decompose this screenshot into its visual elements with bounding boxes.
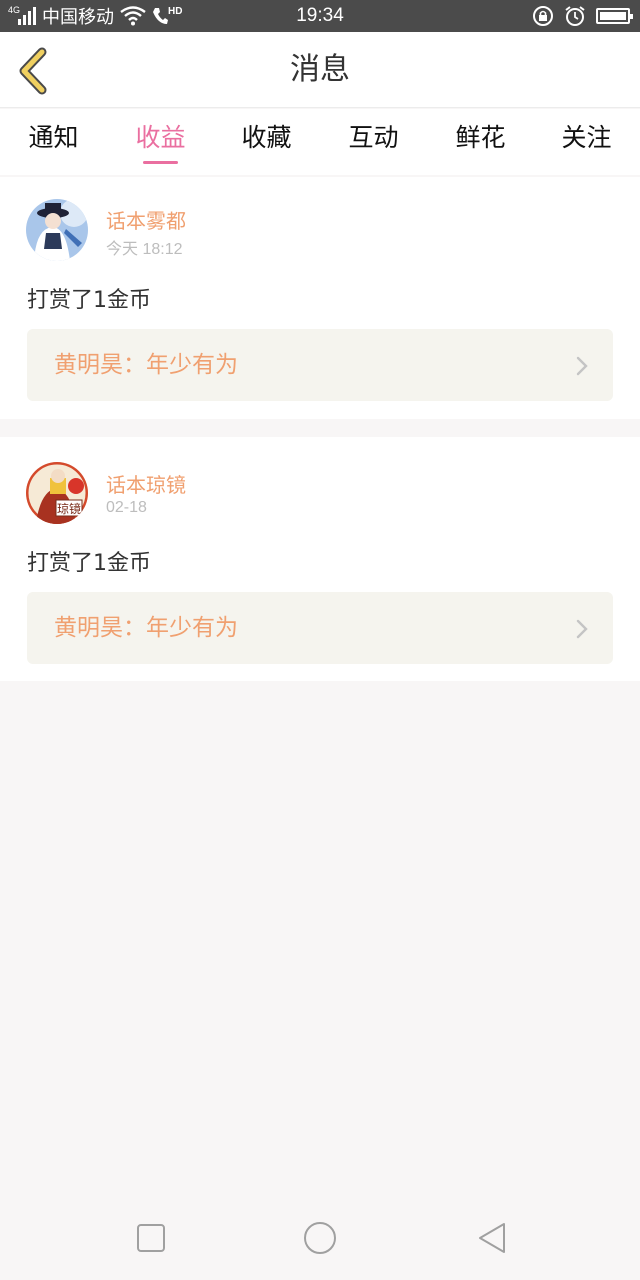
app-header: 消息 bbox=[0, 32, 640, 108]
avatar[interactable]: 琼镜 bbox=[26, 462, 88, 524]
tab-bar: 通知 收益 收藏 互动 鲜花 关注 bbox=[0, 109, 640, 175]
avatar-image: 琼镜 bbox=[26, 462, 88, 524]
avatar[interactable] bbox=[26, 199, 88, 261]
battery-icon bbox=[596, 8, 633, 24]
message-time: 02-18 bbox=[106, 499, 147, 516]
tab-earnings[interactable]: 收益 bbox=[107, 109, 214, 175]
recents-square-icon[interactable] bbox=[133, 1220, 169, 1256]
tab-interactions[interactable]: 互动 bbox=[320, 109, 427, 175]
message-action: 打赏了1金币 bbox=[27, 288, 151, 313]
reference-text: 黄明昊：年少有为 bbox=[54, 615, 238, 641]
reference-text: 黄明昊：年少有为 bbox=[54, 352, 238, 378]
message-time: 今天 18:12 bbox=[106, 241, 183, 258]
sender-name: 话本琼镜 bbox=[106, 473, 186, 497]
reference-link[interactable]: 黄明昊：年少有为 bbox=[27, 592, 613, 664]
page-title: 消息 bbox=[290, 52, 350, 87]
chevron-right-icon bbox=[576, 619, 588, 639]
tab-label: 互动 bbox=[348, 123, 399, 152]
reference-link[interactable]: 黄明昊：年少有为 bbox=[27, 329, 613, 401]
avatar-logo-text: 琼镜 bbox=[57, 501, 81, 516]
avatar-image bbox=[26, 199, 88, 261]
tab-flowers[interactable]: 鲜花 bbox=[427, 109, 534, 175]
rotation-lock-icon bbox=[533, 6, 553, 26]
tab-following[interactable]: 关注 bbox=[533, 109, 640, 175]
tab-favorites[interactable]: 收藏 bbox=[213, 109, 320, 175]
sender-name: 话本雾都 bbox=[106, 209, 186, 233]
tab-label: 通知 bbox=[28, 123, 79, 152]
tab-label: 关注 bbox=[561, 123, 612, 152]
back-triangle-icon[interactable] bbox=[474, 1220, 510, 1256]
system-nav-bar bbox=[0, 1196, 640, 1280]
active-tab-indicator bbox=[143, 161, 178, 164]
status-bar: 4G 中国移动 HD 19:34 bbox=[0, 0, 640, 32]
alarm-icon bbox=[565, 6, 585, 26]
tab-notifications[interactable]: 通知 bbox=[0, 109, 107, 175]
message-card: 琼镜 话本琼镜 02-18 打赏了1金币 黄明昊：年少有为 bbox=[0, 437, 640, 681]
message-action: 打赏了1金币 bbox=[27, 551, 151, 576]
tab-label: 收益 bbox=[135, 123, 186, 152]
tab-label: 收藏 bbox=[241, 123, 292, 152]
home-circle-icon[interactable] bbox=[302, 1220, 338, 1256]
status-right bbox=[532, 0, 633, 32]
message-card: 话本雾都 今天 18:12 打赏了1金币 黄明昊：年少有为 bbox=[0, 177, 640, 419]
tab-label: 鲜花 bbox=[455, 123, 506, 152]
chevron-right-icon bbox=[576, 356, 588, 376]
